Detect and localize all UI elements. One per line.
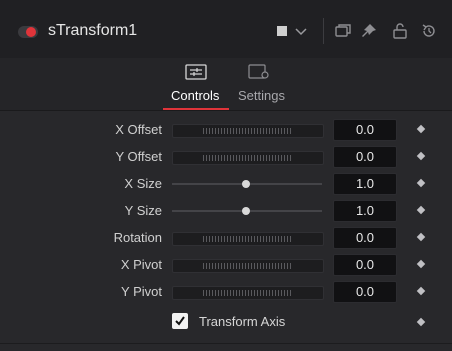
control-row-y-pivot: Y Pivot 0.0 — [0, 278, 452, 305]
x-pivot-thumbwheel[interactable] — [172, 259, 324, 273]
tab-controls[interactable]: Controls — [163, 58, 229, 110]
control-row-transform-axis: Transform Axis — [0, 309, 452, 336]
checkmark-icon — [175, 316, 185, 326]
keyframe-icon[interactable] — [416, 286, 426, 296]
keyframe-icon[interactable] — [416, 151, 426, 161]
control-row-y-size: Y Size 1.0 — [0, 197, 452, 224]
y-offset-value-input[interactable]: 0.0 — [333, 146, 397, 168]
tab-settings-label: Settings — [238, 88, 285, 103]
control-row-rotation: Rotation 0.0 — [0, 224, 452, 251]
panel-divider — [0, 343, 452, 344]
color-swatch-icon[interactable] — [274, 22, 292, 40]
control-label: Y Offset — [115, 149, 163, 164]
control-row-x-offset: X Offset 0.0 — [0, 116, 452, 143]
active-tab-indicator — [163, 108, 229, 110]
node-toggle-icon[interactable] — [18, 26, 38, 38]
control-label: Y Pivot — [121, 284, 162, 299]
keyframe-icon[interactable] — [416, 178, 426, 188]
control-row-x-pivot: X Pivot 0.0 — [0, 251, 452, 278]
keyframe-icon[interactable] — [416, 259, 426, 269]
lock-icon[interactable] — [391, 22, 409, 40]
node-name: sTransform1 — [48, 22, 138, 39]
header-divider — [323, 18, 324, 44]
transform-axis-checkbox[interactable] — [172, 313, 188, 329]
y-pivot-thumbwheel[interactable] — [172, 286, 324, 300]
control-label: X Pivot — [120, 257, 162, 272]
y-offset-thumbwheel[interactable] — [172, 151, 324, 165]
control-label: X Size — [124, 176, 162, 191]
sliders-icon — [185, 64, 207, 80]
rotation-value-input[interactable]: 0.0 — [333, 227, 397, 249]
x-offset-value-input[interactable]: 0.0 — [333, 119, 397, 141]
control-label: X Offset — [115, 122, 162, 137]
chevron-down-icon[interactable] — [292, 22, 310, 40]
x-size-value-input[interactable]: 1.0 — [333, 173, 397, 195]
rotation-thumbwheel[interactable] — [172, 232, 324, 246]
y-size-slider-knob[interactable] — [242, 207, 250, 215]
keyframe-icon[interactable] — [416, 205, 426, 215]
control-row-x-size: X Size 1.0 — [0, 170, 452, 197]
control-label: Y Size — [124, 203, 162, 218]
keyframe-icon[interactable] — [416, 124, 426, 134]
versions-icon[interactable] — [334, 22, 352, 40]
pin-icon[interactable] — [360, 22, 378, 40]
keyframe-icon[interactable] — [416, 317, 426, 327]
controls-list: X Offset 0.0 Y Offset 0.0 X Size 1.0 Y S… — [0, 111, 452, 351]
settings-icon — [248, 64, 269, 79]
control-row-y-offset: Y Offset 0.0 — [0, 143, 452, 170]
tab-controls-label: Controls — [171, 88, 220, 103]
keyframe-icon[interactable] — [416, 232, 426, 242]
x-size-slider-knob[interactable] — [242, 180, 250, 188]
inspector-tabs: Controls Settings — [0, 58, 452, 111]
control-label: Rotation — [113, 230, 162, 245]
tab-settings[interactable]: Settings — [236, 58, 288, 110]
transform-axis-label: Transform Axis — [199, 314, 286, 329]
inspector-panel: sTransform1 Controls Settings X Offset 0… — [0, 0, 452, 351]
node-header: sTransform1 — [0, 0, 452, 59]
x-pivot-value-input[interactable]: 0.0 — [333, 254, 397, 276]
x-offset-thumbwheel[interactable] — [172, 124, 324, 138]
y-pivot-value-input[interactable]: 0.0 — [333, 281, 397, 303]
reset-icon[interactable] — [420, 22, 438, 40]
y-size-value-input[interactable]: 1.0 — [333, 200, 397, 222]
